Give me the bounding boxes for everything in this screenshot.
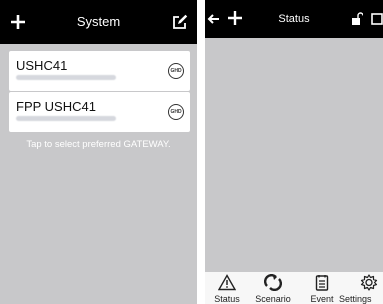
gateway-name: FPP USHC41 — [16, 99, 96, 114]
window-icon[interactable] — [371, 13, 383, 25]
gateway-row[interactable]: USHC41 GHD — [9, 51, 190, 91]
gateway-detail — [16, 75, 116, 80]
gateway-detail — [16, 116, 116, 121]
top-bar: Status — [205, 0, 383, 38]
tab-scenario[interactable]: Scenario — [251, 272, 295, 304]
page-title: System — [76, 14, 121, 29]
select-gateway-hint: Tap to select preferred GATEWAY. — [26, 139, 171, 150]
tab-label: Settings — [339, 294, 372, 304]
tab-settings[interactable]: Settings — [339, 272, 383, 304]
lock-icon[interactable] — [351, 12, 363, 26]
edit-icon[interactable] — [172, 14, 188, 30]
top-bar: System — [0, 0, 197, 44]
gear-icon — [360, 274, 378, 291]
event-icon — [313, 274, 331, 291]
gateway-badge-icon[interactable]: GHD — [168, 104, 184, 120]
tab-event[interactable]: Event — [300, 272, 344, 304]
tab-bar: Status Scenario Event Settings — [205, 272, 383, 304]
status-content-area — [205, 38, 383, 272]
warning-icon — [218, 274, 236, 291]
gateway-row[interactable]: FPP USHC41 GHD — [9, 92, 190, 132]
gateway-badge-icon[interactable]: GHD — [168, 63, 184, 79]
system-screen: System USHC41 GHD FPP USHC41 GHD Tap to … — [0, 0, 197, 304]
gateway-name: USHC41 — [16, 58, 68, 73]
status-screen: Status Status Scenario Event Settings — [205, 0, 383, 304]
scenario-icon — [264, 274, 282, 291]
